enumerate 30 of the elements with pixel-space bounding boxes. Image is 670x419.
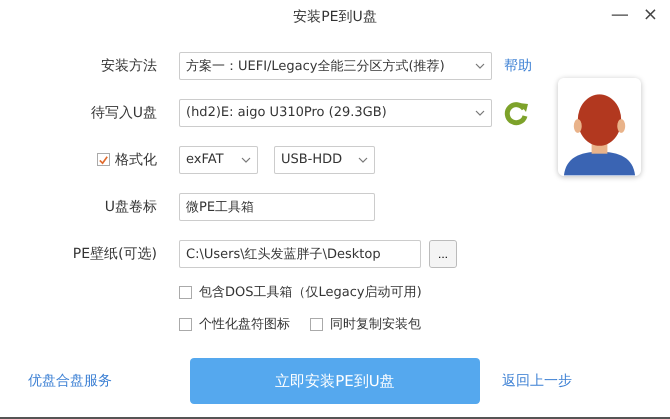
input-field[interactable]: 微PE工具箱 [179, 192, 375, 220]
chevron-icon [358, 156, 368, 162]
chevron-icon [475, 110, 485, 116]
dropdown[interactable]: 方案一：UEFI/Legacy全能三分区方式(推荐) [179, 52, 492, 80]
format-checkbox[interactable] [97, 153, 110, 166]
field-label: 安装方法 [101, 56, 157, 74]
window-title: 安装PE到U盘 [293, 8, 377, 26]
help-link[interactable]: 帮助 [504, 56, 532, 74]
back-link[interactable]: 返回上一步 [502, 372, 572, 390]
checkbox[interactable] [310, 318, 323, 330]
checkbox-label: 个性化盘符图标 [199, 316, 290, 333]
refresh-icon[interactable] [504, 100, 530, 126]
checkbox[interactable] [179, 318, 192, 330]
dropdown[interactable]: USB-HDD [274, 146, 375, 174]
field-label: U盘卷标 [104, 198, 157, 216]
dropdown[interactable]: (hd2)E: aigo U310Pro (29.3GB) [179, 98, 492, 126]
browse-button[interactable]: ... [429, 240, 457, 268]
checkbox-label: 包含DOS工具箱（仅Legacy启动可用) [199, 284, 422, 301]
minimize-button[interactable]: — [606, 4, 633, 25]
service-link[interactable]: 优盘合盘服务 [28, 372, 188, 390]
close-button[interactable]: × [638, 4, 662, 25]
field-label: PE壁纸(可选) [72, 244, 157, 262]
chevron-icon [475, 62, 485, 68]
input-field[interactable]: C:\Users\红头发蓝胖子\Desktop [179, 240, 421, 268]
checkbox-label: 同时复制安装包 [330, 316, 421, 333]
checkbox[interactable] [179, 286, 192, 298]
chevron-icon [241, 156, 251, 162]
dropdown[interactable]: exFAT [179, 146, 258, 174]
field-label: 格式化 [115, 150, 157, 168]
field-label: 待写入U盘 [90, 104, 157, 122]
